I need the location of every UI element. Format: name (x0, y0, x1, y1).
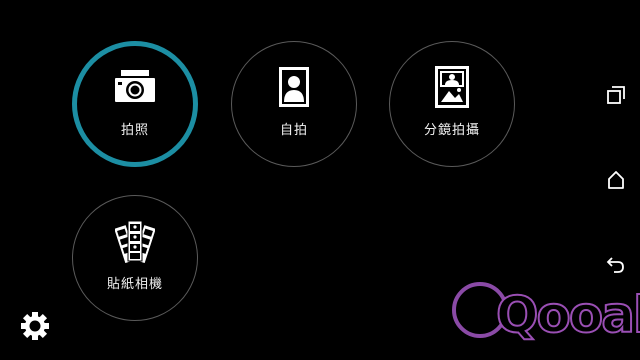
mode-split-button[interactable]: 分鏡拍攝 (389, 41, 515, 167)
back-button[interactable] (604, 253, 628, 277)
gear-icon (21, 312, 49, 340)
qooah-watermark: Qooah (446, 280, 640, 360)
photo-strips-icon (113, 219, 157, 263)
mode-split-label: 分鏡拍攝 (423, 122, 480, 138)
portrait-icon (272, 65, 316, 109)
watermark-text: Qooah (495, 285, 640, 345)
mode-selfie-label: 自拍 (279, 122, 308, 138)
camera-icon (113, 65, 157, 109)
recent-apps-button[interactable] (604, 83, 628, 107)
home-button[interactable] (604, 168, 628, 192)
mode-photo-label: 拍照 (120, 122, 149, 138)
mode-photo-button[interactable]: 拍照 (72, 41, 198, 167)
recent-apps-icon (607, 86, 625, 104)
back-icon (606, 257, 624, 273)
split-frame-icon (430, 65, 474, 109)
settings-button[interactable] (20, 311, 50, 341)
mode-sticker-label: 貼紙相機 (106, 276, 163, 292)
mode-selfie-button[interactable]: 自拍 (231, 41, 357, 167)
home-icon (608, 171, 624, 189)
mode-sticker-button[interactable]: 貼紙相機 (72, 195, 198, 321)
